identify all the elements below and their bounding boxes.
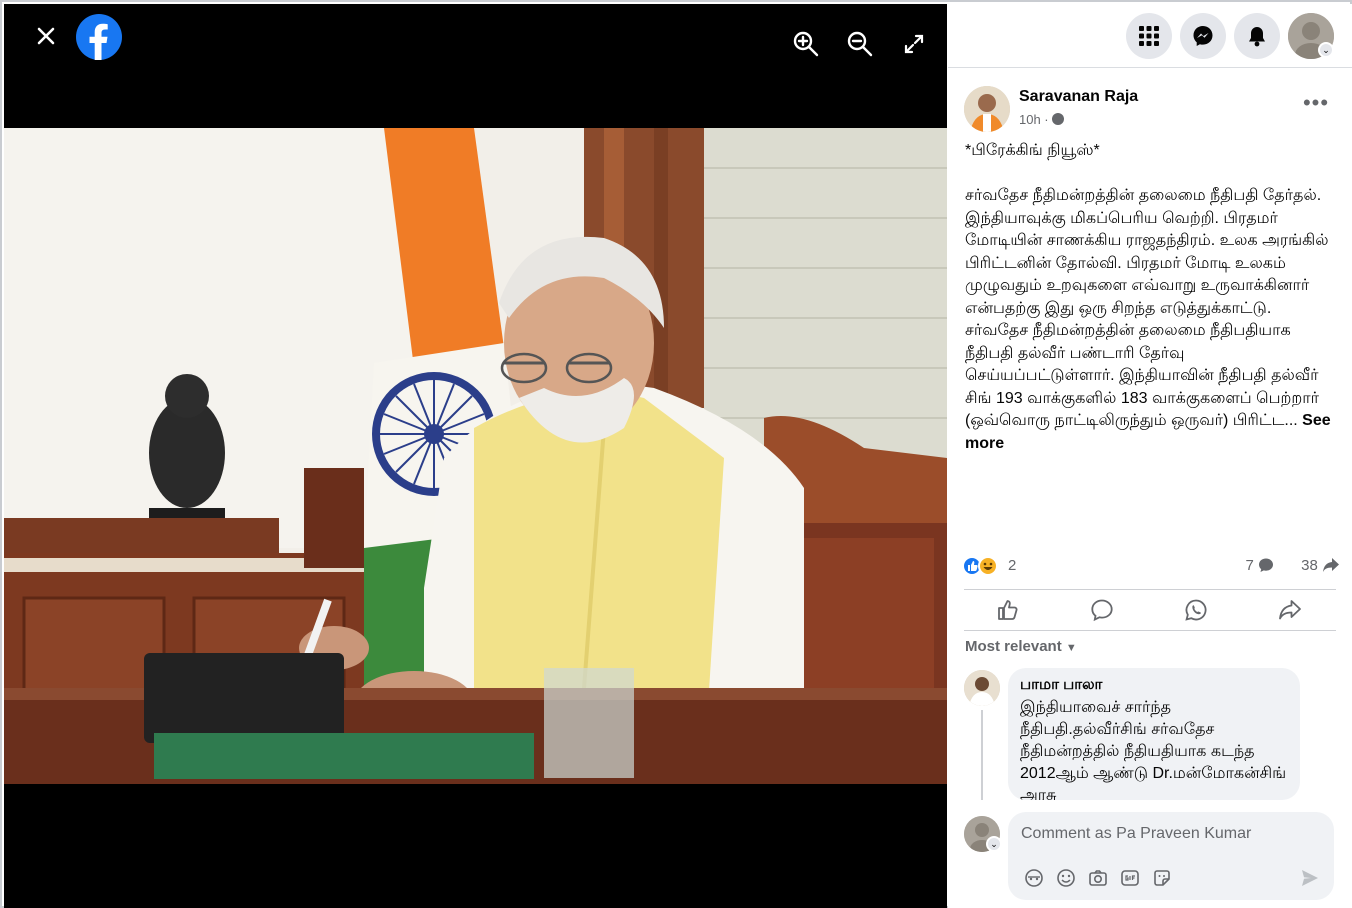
close-button[interactable]: [28, 18, 64, 54]
fullscreen-icon: [904, 34, 924, 54]
zoom-out-icon: [847, 31, 873, 57]
comment-sort-dropdown[interactable]: Most relevant ▼: [965, 638, 1077, 655]
comment-count[interactable]: 7: [1245, 557, 1274, 574]
top-bar: ⌄: [948, 4, 1352, 68]
share-count[interactable]: 38: [1301, 557, 1340, 574]
emoji-icon: [1057, 869, 1075, 887]
window-frame: ⌄ Saravanan Raja 10h · ••• *பிரேக்கிங் ந…: [0, 0, 1352, 908]
post-stats: 2 7 38: [962, 554, 1340, 578]
send-button[interactable]: [1296, 864, 1324, 892]
menu-grid-icon: [1139, 26, 1159, 46]
comment-text: இந்தியாவைச் சார்ந்த நீதிபதி.தல்வீர்சிங் …: [1020, 699, 1291, 800]
photo-button[interactable]: [1086, 866, 1110, 890]
share-button[interactable]: [1270, 594, 1310, 626]
reaction-count[interactable]: 2: [1008, 557, 1016, 574]
author-name[interactable]: Saravanan Raja: [1019, 88, 1138, 106]
emoji-button[interactable]: [1054, 866, 1078, 890]
messenger-button[interactable]: [1180, 13, 1226, 59]
share-count-value: 38: [1301, 557, 1318, 574]
gif-button[interactable]: [1118, 866, 1142, 890]
comment-composer: [1008, 812, 1334, 900]
comment-count-value: 7: [1245, 557, 1254, 574]
post-text: *பிரேக்கிங் நியூஸ்* சர்வதேச நீதிமன்றத்தி…: [965, 140, 1337, 455]
sticker-icon: [1154, 870, 1170, 886]
share-arrow-icon: [1323, 558, 1339, 572]
like-button[interactable]: [988, 594, 1028, 626]
comment-bubble: பாமா பாலா இந்தியாவைச் சார்ந்த நீதிபதி.தல…: [1008, 668, 1300, 800]
menu-button[interactable]: [1126, 13, 1172, 59]
sticker-button[interactable]: [1150, 866, 1174, 890]
divider: [964, 630, 1336, 631]
comment-icon: [1091, 599, 1113, 622]
avatar-sticker-icon: [1025, 869, 1043, 887]
facebook-logo-icon[interactable]: [76, 14, 122, 60]
photo-viewer: [4, 4, 947, 908]
sort-label: Most relevant: [965, 638, 1062, 655]
whatsapp-button[interactable]: [1176, 594, 1216, 626]
post-panel: ⌄ Saravanan Raja 10h · ••• *பிரேக்கிங் ந…: [948, 4, 1352, 908]
post-options-button[interactable]: •••: [1298, 92, 1334, 118]
fullscreen-button[interactable]: [898, 28, 930, 60]
globe-icon: [1051, 113, 1064, 125]
commenter-avatar[interactable]: [964, 670, 1000, 706]
author-avatar[interactable]: [964, 86, 1010, 132]
gif-icon: [1121, 870, 1139, 886]
divider: [964, 589, 1336, 590]
zoom-in-button[interactable]: [790, 28, 822, 60]
bell-icon: [1249, 27, 1265, 47]
post-body: *பிரேக்கிங் நியூஸ்* சர்வதேச நீதிமன்றத்தி…: [965, 142, 1329, 429]
notifications-button[interactable]: [1234, 13, 1280, 59]
caret-down-icon: ▼: [1065, 642, 1077, 654]
commenter-name[interactable]: பாமா பாலா: [1020, 676, 1288, 695]
post-time-text: 10h ·: [1019, 112, 1049, 127]
whatsapp-icon: [1185, 599, 1207, 621]
comment-button[interactable]: [1082, 594, 1122, 626]
chevron-down-icon[interactable]: ⌄: [1318, 42, 1334, 58]
share-icon: [1279, 600, 1301, 620]
post-timestamp[interactable]: 10h ·: [1019, 112, 1064, 127]
like-icon: [998, 600, 1018, 620]
comment-thread-line: [981, 710, 983, 800]
zoom-in-icon: [793, 31, 819, 57]
haha-reaction-icon[interactable]: [978, 556, 998, 576]
comment-bubble-icon: [1259, 558, 1273, 572]
messenger-icon: [1193, 26, 1213, 46]
close-icon: [37, 27, 55, 45]
avatar-sticker-button[interactable]: [1022, 866, 1046, 890]
chevron-down-icon[interactable]: ⌄: [986, 836, 1002, 852]
camera-icon: [1089, 870, 1107, 886]
send-icon: [1302, 870, 1318, 886]
zoom-out-button[interactable]: [844, 28, 876, 60]
comment-input[interactable]: [1008, 812, 1334, 856]
post-photo[interactable]: [4, 128, 947, 784]
